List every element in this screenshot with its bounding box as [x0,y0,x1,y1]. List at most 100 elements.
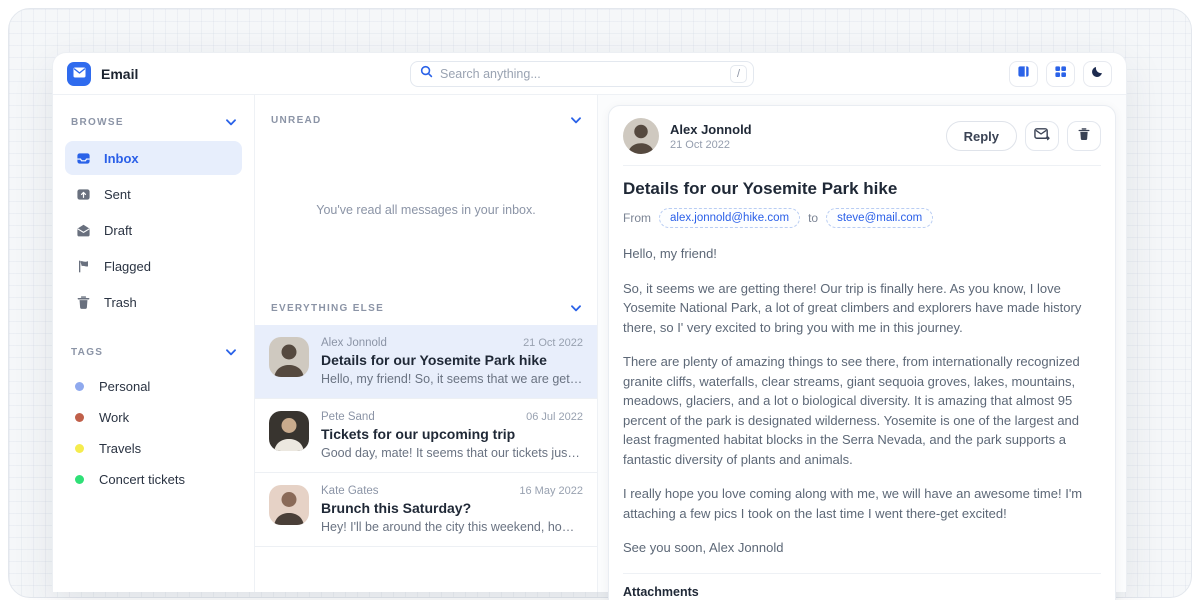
inbox-icon [75,151,91,166]
divider [623,573,1101,574]
browse-section-title: BROWSE [71,117,124,128]
tag-label: Travels [99,441,141,456]
sidebar-item-trash[interactable]: Trash [65,285,242,319]
body-paragraph: I really hope you love coming along with… [623,484,1101,523]
tag-item-work[interactable]: Work [65,402,242,433]
tag-color-dot [75,475,84,484]
avatar [269,337,309,377]
email-sender: Pete Sand [321,411,375,423]
search-shortcut-key: / [730,65,747,83]
trash-icon [1077,127,1091,146]
search-input[interactable] [440,67,723,81]
book-icon [1017,65,1030,83]
tag-label: Concert tickets [99,472,185,487]
everything-else-section-title: EVERYTHING ELSE [271,303,384,314]
avatar [269,411,309,451]
to-email-chip[interactable]: steve@mail.com [826,208,933,228]
sidebar-item-flagged[interactable]: Flagged [65,249,242,283]
detail-header: Alex Jonnold 21 Oct 2022 Reply [623,118,1101,154]
email-subject: Tickets for our upcoming trip [321,426,583,442]
chevron-down-icon[interactable] [571,111,581,129]
app-header: Email / [53,53,1126,95]
email-detail-panel: Alex Jonnold 21 Oct 2022 Reply [598,95,1126,592]
reply-button[interactable]: Reply [946,121,1017,151]
email-date: 06 Jul 2022 [526,411,583,423]
email-date: 21 Oct 2022 [523,337,583,349]
tag-label: Personal [99,379,150,394]
chevron-down-icon[interactable] [226,113,236,131]
chevron-down-icon[interactable] [571,299,581,317]
sidebar-item-label: Sent [104,187,131,202]
to-label: to [808,211,818,225]
body-paragraph: See you soon, Alex Jonnold [623,538,1101,558]
avatar [623,118,659,154]
email-subject: Details for our Yosemite Park hike [321,352,583,368]
email-sender: Alex Jonnold [321,337,387,349]
unread-empty-message: You've read all messages in your inbox. [255,137,597,283]
unread-section-title: UNREAD [271,115,322,126]
email-date: 16 May 2022 [519,485,583,497]
body-paragraph: Hello, my friend! [623,244,1101,264]
envelope-logo-icon [73,65,86,83]
email-subject: Brunch this Saturday? [321,500,583,516]
search-bar[interactable]: / [410,61,754,87]
dark-mode-button[interactable] [1083,61,1112,87]
sidebar: BROWSE Inbox Sent [53,95,255,592]
mail-forward-icon [1034,127,1050,146]
tag-item-travels[interactable]: Travels [65,433,242,464]
detail-sender-name: Alex Jonnold [670,122,752,137]
sidebar-item-inbox[interactable]: Inbox [65,141,242,175]
apps-grid-button[interactable] [1046,61,1075,87]
email-detail-card: Alex Jonnold 21 Oct 2022 Reply [608,105,1116,600]
header-actions [1009,61,1112,87]
forward-mail-button[interactable] [1025,121,1059,151]
divider [623,165,1101,166]
moon-icon [1091,65,1104,83]
sidebar-item-label: Draft [104,223,132,238]
email-snippet: Good day, mate! It seems that our ticket… [321,446,583,460]
trash-icon [75,295,91,310]
sidebar-item-sent[interactable]: Sent [65,177,242,211]
email-sender: Kate Gates [321,485,379,497]
draft-icon [75,223,91,238]
detail-subject: Details for our Yosemite Park hike [623,179,1101,199]
tags-section-title: TAGS [71,347,103,358]
flag-icon [75,259,91,274]
email-list-item-2[interactable]: Pete Sand 06 Jul 2022 Tickets for our up… [255,399,597,473]
detail-from-to-row: From alex.jonnold@hike.com to steve@mail… [623,208,1101,228]
from-email-chip[interactable]: alex.jonnold@hike.com [659,208,800,228]
email-list-item-3[interactable]: Kate Gates 16 May 2022 Brunch this Satur… [255,473,597,547]
avatar [269,485,309,525]
tag-item-personal[interactable]: Personal [65,371,242,402]
sidebar-item-label: Inbox [104,151,139,166]
chevron-down-icon[interactable] [226,343,236,361]
tag-color-dot [75,413,84,422]
reading-list-button[interactable] [1009,61,1038,87]
browse-section-header[interactable]: BROWSE [65,109,242,141]
delete-button[interactable] [1067,121,1101,151]
email-body: Hello, my friend! So, it seems we are ge… [623,244,1101,558]
from-label: From [623,211,651,225]
tag-label: Work [99,410,129,425]
sent-icon [75,187,91,202]
message-list-column: UNREAD You've read all messages in your … [255,95,598,592]
email-list-item-1[interactable]: Alex Jonnold 21 Oct 2022 Details for our… [255,325,597,399]
email-app-window: Email / [52,52,1127,592]
search-icon [420,65,433,83]
everything-else-section-header[interactable]: EVERYTHING ELSE [255,283,597,325]
grid-icon [1054,65,1067,83]
tag-item-concert-tickets[interactable]: Concert tickets [65,464,242,495]
tag-color-dot [75,444,84,453]
sidebar-item-draft[interactable]: Draft [65,213,242,247]
app-logo [67,62,91,86]
detail-actions: Reply [946,121,1101,151]
tags-section: TAGS Personal Work Travels [65,339,242,495]
attachments-title: Attachments [623,585,1101,599]
tag-color-dot [75,382,84,391]
body-paragraph: There are plenty of amazing things to se… [623,352,1101,469]
sidebar-item-label: Trash [104,295,137,310]
unread-section-header[interactable]: UNREAD [255,95,597,137]
tags-section-header[interactable]: TAGS [65,339,242,371]
body-paragraph: So, it seems we are getting there! Our t… [623,279,1101,338]
email-snippet: Hello, my friend! So, it seems that we a… [321,372,583,386]
